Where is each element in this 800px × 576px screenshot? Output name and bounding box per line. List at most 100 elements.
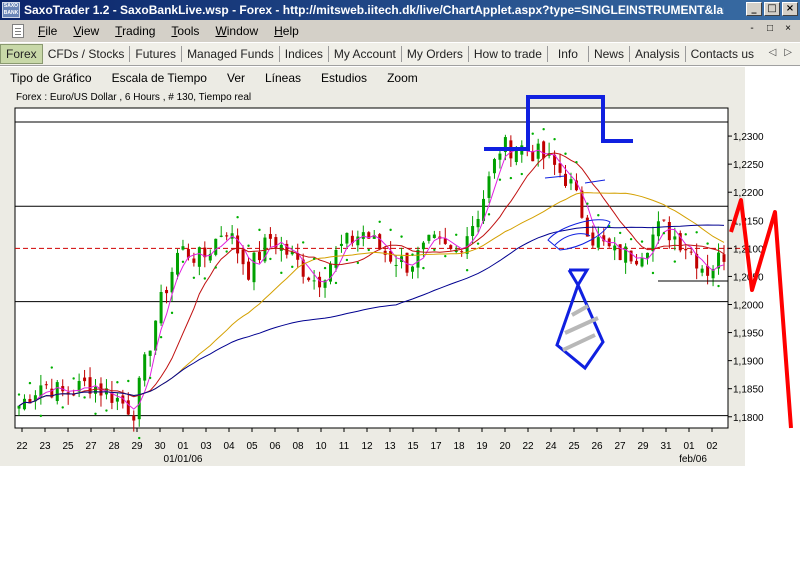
candle-body [596,237,600,248]
candle-body [192,258,196,263]
candle-body [236,235,240,254]
psar-dot [498,178,502,181]
candle-body [165,289,169,294]
psar-dot [17,393,21,396]
psar-dot [564,152,567,155]
x-tick-label: 25 [568,441,580,452]
candle-body [55,382,59,402]
candle-body [427,234,431,241]
y-tick-label: 1,1950 [733,329,764,340]
candle-body [487,176,491,198]
candle-body [689,251,693,253]
candle-body [241,249,245,265]
x-tick-label: 23 [39,441,51,452]
psar-dot [138,436,141,440]
candle-body [247,261,251,280]
psar-dot [378,220,381,223]
candle-body [159,292,163,324]
psar-dot [39,414,43,418]
candle-body [132,415,136,421]
x-group-label: 01/01/06 [164,454,203,465]
x-tick-label: 31 [660,441,672,452]
price-chart[interactable]: 1,18001,18501,19001,19501,20001,20501,21… [0,0,800,576]
candle-body [640,258,644,267]
psar-dot [706,242,709,245]
psar-dot [553,138,556,141]
candle-body [22,398,26,410]
x-tick-label: 25 [62,441,74,452]
candle-body [498,153,502,160]
candle-body [214,238,218,255]
psar-dot [422,266,425,270]
candle-body [279,244,283,251]
candle-body [312,280,316,282]
candle-body [356,236,360,246]
candle-body [394,264,398,266]
psar-dot [192,276,196,279]
psar-dot [695,231,698,234]
candle-body [137,377,141,420]
candle-body [307,277,311,281]
candle-body [416,250,420,268]
candle-body [318,276,322,288]
x-tick-label: 13 [384,441,396,452]
candle-body [471,226,475,237]
candle-body [673,236,677,240]
psar-dot [323,266,327,270]
candle-body [94,386,98,394]
candle-body [460,251,464,253]
candle-body [339,243,343,246]
psar-dot [105,409,108,412]
psar-dot [291,265,294,269]
candle-body [432,234,436,238]
candle-body [514,150,518,163]
candle-body [219,235,223,237]
psar-dot [301,241,305,244]
candle-body [175,252,179,275]
psar-dot [618,231,622,235]
psar-dot [203,277,207,280]
psar-dot [389,228,392,232]
x-tick-label: 03 [200,441,212,452]
psar-dot [433,248,436,252]
candle-body [72,394,76,396]
psar-dot [148,376,152,380]
x-tick-label: 12 [361,441,373,452]
candle-body [389,250,393,262]
plot-background [14,107,729,429]
candle-body [345,232,349,244]
psar-dot [236,216,239,219]
x-tick-label: 02 [706,441,718,452]
x-tick-label: 04 [223,441,235,452]
psar-dot [476,242,480,245]
candle-body [126,400,130,415]
x-tick-label: 01 [683,441,695,452]
psar-dot [72,377,75,380]
x-tick-label: 01 [177,441,189,452]
candle-body [252,252,256,283]
psar-dot [444,254,447,258]
candle-body [181,246,185,250]
x-tick-label: 30 [154,441,166,452]
psar-dot [651,271,655,275]
x-tick-label: 11 [339,441,350,452]
psar-dot [345,258,349,262]
x-tick-label: 17 [430,441,442,452]
candle-body [656,221,660,237]
candle-body [257,251,261,261]
x-tick-label: 24 [545,441,557,452]
psar-dot [181,260,185,263]
psar-dot [170,311,174,315]
candle-body [662,219,666,221]
y-tick-label: 1,2250 [733,160,764,171]
psar-dot [214,266,217,269]
psar-dot [640,240,644,243]
candle-body [143,354,147,381]
candle-body [44,384,48,386]
candle-body [722,254,726,262]
candle-body [558,163,562,173]
psar-dot [465,269,469,272]
psar-dot [61,406,64,409]
app-window: SAXO BANK SaxoTrader 1.2 - SaxoBankLive.… [0,0,800,576]
psar-dot [280,271,283,275]
